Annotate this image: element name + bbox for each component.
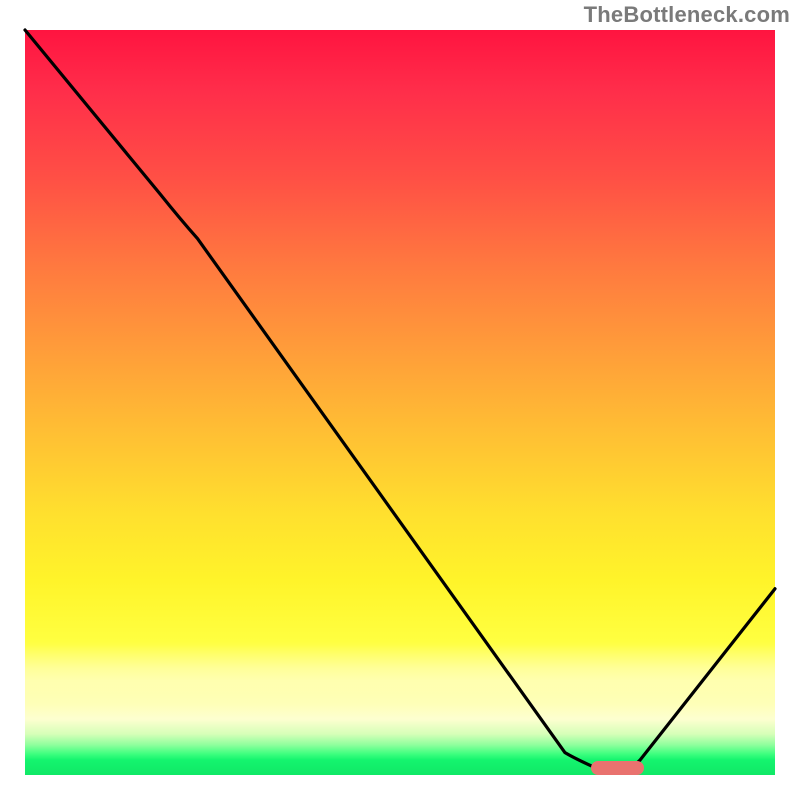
attribution-label: TheBottleneck.com: [584, 2, 790, 28]
plot-area: [25, 30, 775, 775]
chart-container: TheBottleneck.com: [0, 0, 800, 800]
bottleneck-curve: [25, 30, 775, 775]
